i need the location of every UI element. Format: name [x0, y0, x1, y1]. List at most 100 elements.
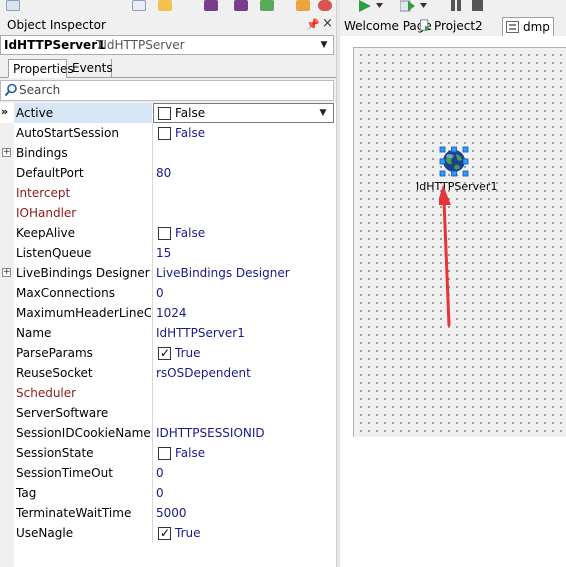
property-row[interactable]: + Bindings	[0, 143, 336, 163]
globe-icon	[439, 146, 469, 177]
close-icon[interactable]: ×	[322, 16, 333, 31]
property-row[interactable]: » Active ▼ False	[0, 103, 336, 123]
new-icon[interactable]	[6, 0, 20, 11]
property-name: UseNagle	[16, 526, 74, 540]
property-row[interactable]: ServerSoftware	[0, 403, 336, 423]
pin-icon[interactable]: 📌	[306, 18, 320, 31]
chevron-down-icon[interactable]: ▼	[317, 37, 331, 53]
data-module-icon	[506, 21, 519, 33]
expand-icon[interactable]: +	[2, 148, 11, 157]
property-row[interactable]: UseNagleTrue	[0, 523, 336, 543]
property-row[interactable]: Tag 0	[0, 483, 336, 503]
property-checkbox[interactable]	[158, 127, 171, 140]
property-value[interactable]: IDHTTPSESSIONID	[156, 426, 332, 440]
main-toolbar-right	[340, 0, 566, 16]
property-checkbox[interactable]	[158, 346, 171, 360]
tab-properties[interactable]: Properties	[8, 59, 74, 78]
run-without-debug-dropdown-icon[interactable]	[420, 3, 427, 8]
property-name: MaxConnections	[16, 286, 115, 300]
property-row[interactable]: SessionState False	[0, 443, 336, 463]
property-value[interactable]: 5000	[156, 506, 332, 520]
stop-icon[interactable]	[472, 0, 484, 11]
object-selector-dropdown[interactable]: IdHTTPServer1 TIdHTTPServer ▼	[0, 35, 334, 55]
tab-dmp[interactable]: dmp	[502, 17, 554, 36]
property-name: MaximumHeaderLineCount	[16, 306, 151, 320]
property-value[interactable]: 1024	[156, 306, 332, 320]
property-name: Intercept	[16, 186, 71, 200]
property-row[interactable]: MaximumHeaderLineCount 1024	[0, 303, 336, 323]
property-value[interactable]: False	[175, 226, 351, 240]
search-input[interactable]	[19, 83, 319, 97]
property-row[interactable]: ListenQueue 15	[0, 243, 336, 263]
annotation-arrow	[439, 185, 451, 327]
property-value[interactable]: True	[175, 526, 351, 540]
run-without-debug-icon[interactable]	[400, 0, 416, 12]
idhttpserver-component[interactable]	[437, 145, 471, 179]
run-icon[interactable]	[358, 0, 372, 12]
data-module-canvas[interactable]: IdHTTPServer1	[353, 47, 566, 437]
property-value[interactable]: LiveBindings Designer	[156, 266, 332, 280]
property-name: Bindings	[16, 146, 68, 160]
property-name: SessionTimeOut	[16, 466, 113, 480]
property-name: IOHandler	[16, 206, 77, 220]
tab-project2-label: Project2	[434, 19, 483, 33]
property-name: SessionState	[16, 446, 94, 460]
property-checkbox[interactable]	[158, 107, 171, 120]
property-row[interactable]: ParseParamsTrue	[0, 343, 336, 363]
property-value[interactable]: rsOSDependent	[156, 366, 332, 380]
property-value[interactable]: 0	[156, 486, 332, 500]
save-all-icon[interactable]	[234, 0, 248, 11]
property-row[interactable]: Name IdHTTPServer1	[0, 323, 336, 343]
property-search-box[interactable]	[0, 80, 334, 101]
property-row[interactable]: ReuseSocket rsOSDependent	[0, 363, 336, 383]
property-value[interactable]: False	[175, 106, 351, 120]
new-items-icon[interactable]	[132, 0, 146, 11]
property-name: AutoStartSession	[16, 126, 119, 140]
property-value[interactable]: True	[175, 346, 351, 360]
property-name: Name	[16, 326, 52, 340]
property-row[interactable]: AutoStartSession False	[0, 123, 336, 143]
property-row[interactable]: TerminateWaitTime 5000	[0, 503, 336, 523]
run-dropdown-icon[interactable]	[376, 3, 383, 8]
property-value[interactable]: IdHTTPServer1	[156, 326, 332, 340]
property-checkbox[interactable]	[158, 447, 171, 460]
tab-events[interactable]: Events	[68, 59, 113, 78]
tab-project2[interactable]: Project2	[419, 17, 500, 36]
property-value[interactable]: 0	[156, 466, 332, 480]
property-row[interactable]: MaxConnections 0	[0, 283, 336, 303]
search-icon	[4, 83, 17, 97]
property-row[interactable]: Scheduler	[0, 383, 336, 403]
property-row[interactable]: Intercept	[0, 183, 336, 203]
project-icon	[419, 19, 430, 32]
property-value[interactable]: 80	[156, 166, 332, 180]
property-row[interactable]: + LiveBindings Designer LiveBindings Desig…	[0, 263, 336, 283]
property-row[interactable]: IOHandler	[0, 203, 336, 223]
property-row[interactable]: KeepAlive False	[0, 223, 336, 243]
add-file-icon[interactable]	[296, 0, 310, 11]
property-grid: » Active ▼ False AutoStartSession False + Bindi…	[0, 103, 336, 567]
property-value[interactable]: False	[175, 446, 351, 460]
property-value[interactable]: 0	[156, 286, 332, 300]
remove-file-icon[interactable]	[318, 0, 332, 11]
pause-icon[interactable]	[450, 0, 462, 11]
tab-dmp-label: dmp	[523, 20, 550, 34]
expand-icon[interactable]: +	[2, 268, 11, 277]
property-name: LiveBindings Designer	[16, 266, 150, 280]
open-project-icon[interactable]	[260, 0, 274, 11]
property-checkbox[interactable]	[158, 526, 171, 540]
object-inspector: Object Inspector 📌 × IdHTTPServer1 TIdHT…	[0, 16, 336, 567]
property-row[interactable]: SessionTimeOut 0	[0, 463, 336, 483]
tab-welcome-page[interactable]: Welcome Page	[344, 17, 432, 36]
property-row[interactable]: DefaultPort 80	[0, 163, 336, 183]
property-value[interactable]: 15	[156, 246, 332, 260]
property-name: ServerSoftware	[16, 406, 109, 420]
selected-object-name: IdHTTPServer1	[4, 38, 106, 52]
property-name: KeepAlive	[16, 226, 76, 240]
open-folder-icon[interactable]	[158, 0, 172, 11]
property-row[interactable]: SessionIDCookieName IDHTTPSESSIONID	[0, 423, 336, 443]
object-inspector-titlebar: Object Inspector 📌 ×	[0, 16, 336, 34]
property-checkbox[interactable]	[158, 227, 171, 240]
selected-object-type: TIdHTTPServer	[96, 38, 185, 52]
property-value[interactable]: False	[175, 126, 351, 140]
save-icon[interactable]	[204, 0, 218, 11]
